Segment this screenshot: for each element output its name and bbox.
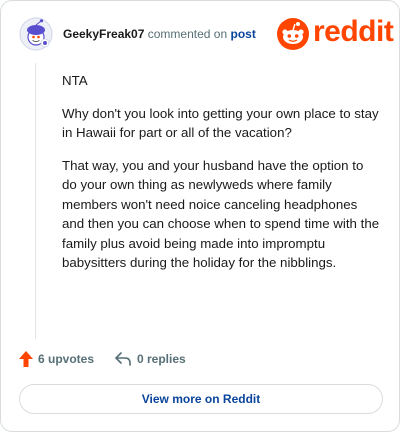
comment-paragraph: Why don't you look into getting your own… — [62, 105, 379, 141]
upvote-count: 6 upvotes — [38, 352, 95, 366]
comment-paragraph: NTA — [62, 73, 88, 88]
comment-embed-card: GeekyFreak07 commented on post reddit NT… — [0, 0, 400, 432]
replies-button[interactable]: 0 replies — [115, 351, 186, 367]
comment-body: NTA Why don't you look into getting your… — [62, 71, 380, 286]
commented-on-text: commented on — [147, 27, 228, 41]
comment-byline: GeekyFreak07 commented on post — [63, 27, 256, 41]
comment-paragraph: That way, you and your husband have the … — [62, 157, 380, 271]
post-link[interactable]: post — [230, 27, 255, 41]
view-more-button[interactable]: View more on Reddit — [19, 384, 383, 414]
thread-line — [35, 63, 36, 339]
reddit-snoo-icon — [277, 18, 309, 50]
author-username[interactable]: GeekyFreak07 — [63, 27, 144, 41]
reply-arrow-icon — [115, 352, 131, 366]
reply-count: 0 replies — [137, 352, 186, 366]
comment-header: GeekyFreak07 commented on post reddit — [1, 1, 399, 65]
comment-actions: 6 upvotes 0 replies — [1, 347, 399, 371]
reddit-logo[interactable]: reddit — [277, 15, 394, 51]
upvote-arrow-icon — [19, 351, 33, 367]
reddit-wordmark: reddit — [313, 15, 394, 48]
snoo-avatar-icon[interactable] — [19, 17, 53, 51]
upvote-button[interactable]: 6 upvotes — [19, 351, 94, 367]
